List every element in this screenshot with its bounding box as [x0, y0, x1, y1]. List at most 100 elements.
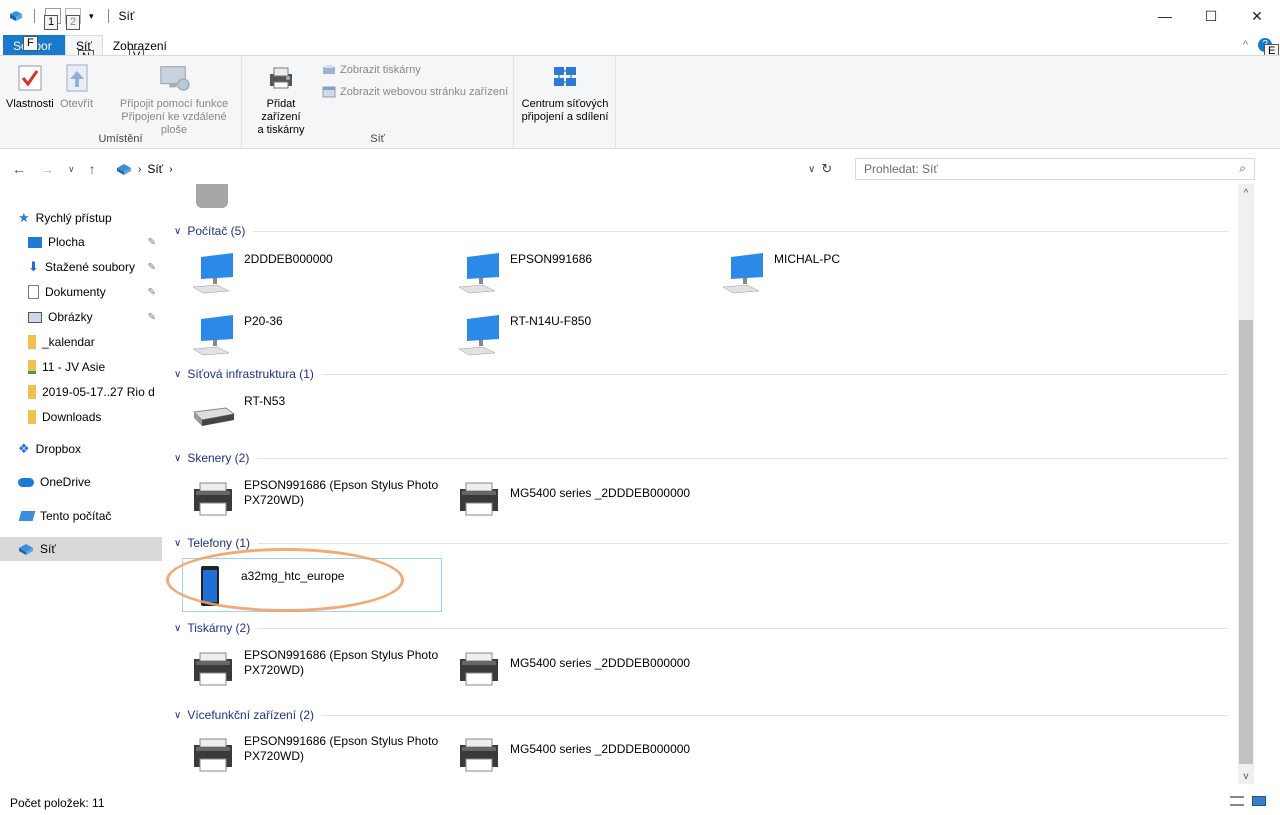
computer-icon	[452, 308, 506, 362]
list-item-router[interactable]: RT-N53	[186, 388, 446, 442]
sidebar-item-network[interactable]: Síť	[0, 537, 162, 561]
back-arrow-icon[interactable]: ←	[12, 161, 26, 177]
list-item-scanner-1[interactable]: EPSON991686 (Epson Stylus Photo PX720WD)	[186, 472, 446, 526]
forward-arrow-icon[interactable]: →	[40, 161, 54, 177]
group-umisteni: Vlastnosti Otevřít Připojit pomocí funkc…	[0, 56, 242, 148]
group-collapse-icon[interactable]: ∨	[174, 710, 181, 721]
search-icon[interactable]: ⌕	[1239, 161, 1246, 176]
pin-icon[interactable]: ✎	[148, 312, 156, 323]
network-center-label-1: Centrum síťových	[521, 98, 609, 110]
list-item-printer-2[interactable]: MG5400 series _2DDDEB000000	[452, 642, 772, 696]
tab-network[interactable]: Síť N	[65, 35, 103, 65]
address-dropdown-icon[interactable]: ∨	[808, 164, 815, 175]
group-header-infrastructure[interactable]: ∨ Síťová infrastruktura (1)	[174, 365, 1228, 383]
search-input[interactable]: Prohledat: Síť ⌕	[855, 158, 1255, 180]
pin-icon[interactable]: ✎	[148, 237, 156, 248]
sidebar-item-pictures[interactable]: Obrázky ✎	[0, 305, 162, 329]
sidebar-label-quick-access: Rychlý přístup	[35, 211, 112, 225]
group-collapse-icon[interactable]: ∨	[174, 623, 181, 634]
sidebar-item-jv-asie[interactable]: 11 - JV Asie	[0, 355, 162, 379]
pin-icon[interactable]: ✎	[148, 287, 156, 298]
list-item-printer-1[interactable]: EPSON991686 (Epson Stylus Photo PX720WD)	[186, 642, 446, 696]
network-icon	[117, 164, 131, 175]
group-collapse-icon[interactable]: ∨	[174, 369, 181, 380]
show-device-web-button[interactable]: Zobrazit webovou stránku zařízení	[322, 86, 508, 98]
group-collapse-icon[interactable]: ∨	[174, 538, 181, 549]
group-collapse-icon[interactable]: ∨	[174, 453, 181, 464]
group-collapse-icon[interactable]: ∨	[174, 226, 181, 237]
tab-file[interactable]: Soubor F	[3, 35, 65, 56]
navigation-pane: ★ Rychlý přístup Plocha ✎ ⬇ Stažené soub…	[0, 200, 166, 780]
open-label: Otevřít	[60, 98, 94, 110]
sidebar-item-documents[interactable]: Dokumenty ✎	[0, 280, 162, 304]
tab-view[interactable]: Zobrazení V	[103, 35, 177, 64]
sidebar-item-onedrive[interactable]: OneDrive	[0, 470, 162, 494]
group-header-phones[interactable]: ∨ Telefony (1)	[174, 534, 1228, 552]
item-label: RT-N14U-F850	[510, 314, 592, 328]
help-icon[interactable]: ? E	[1258, 38, 1280, 59]
sidebar-item-downloads-cz[interactable]: ⬇ Stažené soubory ✎	[0, 255, 162, 279]
list-item-mfp-1[interactable]: EPSON991686 (Epson Stylus Photo PX720WD)	[186, 728, 446, 782]
item-label: RT-N53	[244, 394, 286, 408]
network-center-label-2: připojení a sdílení	[521, 111, 609, 123]
sidebar-item-kalendar[interactable]: _kalendar	[0, 330, 162, 354]
show-printers-button[interactable]: Zobrazit tiskárny	[322, 64, 421, 76]
list-item-mfp-2[interactable]: MG5400 series _2DDDEB000000	[452, 728, 772, 782]
sidebar-label-downloads-cz: Stažené soubory	[44, 260, 135, 274]
breadcrumb[interactable]: › Síť ›	[116, 156, 173, 182]
sidebar-item-desktop[interactable]: Plocha ✎	[0, 230, 162, 254]
item-label: 2DDDEB000000	[244, 252, 333, 266]
details-view-icon[interactable]	[1230, 796, 1244, 806]
collapse-ribbon-icon[interactable]: ^	[1243, 39, 1248, 51]
sidebar-item-quick-access[interactable]: ★ Rychlý přístup	[0, 206, 162, 230]
vertical-scrollbar[interactable]: ^ v	[1238, 184, 1254, 784]
sidebar-item-dropbox[interactable]: ❖ Dropbox	[0, 437, 162, 461]
list-item-computer-2[interactable]: EPSON991686	[452, 246, 712, 300]
sidebar-item-downloads[interactable]: Downloads	[0, 405, 162, 429]
printers-small-icon	[323, 65, 335, 74]
breadcrumb-chevron-icon[interactable]: ›	[138, 164, 141, 175]
new-folder-quick-icon[interactable]: 2	[65, 8, 81, 30]
address-bar: ← → ∨ ↑ › Síť › ∨ ↻ Prohledat: Síť ⌕	[0, 156, 1280, 182]
network-app-icon[interactable]	[8, 8, 24, 24]
minimize-button[interactable]: —	[1142, 0, 1188, 32]
sidebar-item-rio[interactable]: 2019-05-17..27 Rio d	[0, 380, 162, 404]
sidebar-label-onedrive: OneDrive	[40, 475, 91, 489]
group-header-computer[interactable]: ∨ Počítač (5)	[174, 222, 1228, 240]
list-item-computer-5[interactable]: RT-N14U-F850	[452, 308, 712, 362]
list-item-computer-4[interactable]: P20-36	[186, 308, 446, 362]
group-header-scanners[interactable]: ∨ Skenery (2)	[174, 449, 1228, 467]
sidebar-item-this-pc[interactable]: Tento počítač	[0, 504, 162, 528]
network-center-button[interactable]: Centrum síťových připojení a sdílení	[520, 62, 610, 124]
open-button[interactable]: Otevřít	[60, 62, 93, 111]
refresh-icon[interactable]: ↻	[821, 161, 832, 177]
quick-access-toolbar: 1 2 ▾ Síť	[0, 0, 134, 32]
list-item-computer-3[interactable]: MICHAL-PC	[716, 246, 976, 300]
scrollbar-thumb[interactable]	[1239, 320, 1253, 764]
qat-dropdown-icon[interactable]: ▾	[89, 11, 94, 22]
add-devices-label-1: Přidat zařízení	[261, 98, 301, 123]
up-arrow-icon[interactable]: ↑	[89, 161, 96, 177]
sidebar-label-downloads: Downloads	[42, 410, 102, 424]
add-devices-button[interactable]: Přidat zařízení a tiskárny	[246, 62, 316, 137]
list-item-scanner-2[interactable]: MG5400 series _2DDDEB000000	[452, 472, 772, 526]
large-icons-view-icon[interactable]	[1252, 796, 1266, 806]
maximize-button[interactable]: ☐	[1188, 0, 1234, 32]
list-item-computer-1[interactable]: 2DDDEB000000	[186, 246, 446, 300]
scroll-down-icon[interactable]: v	[1238, 771, 1254, 782]
breadcrumb-path[interactable]: Síť	[147, 162, 163, 176]
remote-desktop-button[interactable]: Připojit pomocí funkce Připojení ke vzdá…	[112, 62, 236, 137]
close-button[interactable]: ✕	[1234, 0, 1280, 32]
breadcrumb-chevron-icon-2[interactable]: ›	[169, 164, 172, 175]
group-header-multifunction[interactable]: ∨ Vícefunkční zařízení (2)	[174, 706, 1228, 724]
sidebar-label-this-pc: Tento počítač	[40, 509, 112, 523]
pin-icon[interactable]: ✎	[148, 262, 156, 273]
sidebar-label-jv-asie: 11 - JV Asie	[42, 360, 106, 374]
properties-button[interactable]: Vlastnosti	[6, 62, 54, 111]
folder-sync-icon	[28, 360, 36, 374]
folder-icon	[28, 410, 36, 424]
properties-quick-icon[interactable]: 1	[44, 8, 61, 30]
group-header-printers[interactable]: ∨ Tiskárny (2)	[174, 619, 1228, 637]
recent-locations-icon[interactable]: ∨	[68, 164, 75, 175]
scroll-up-icon[interactable]: ^	[1238, 188, 1254, 199]
